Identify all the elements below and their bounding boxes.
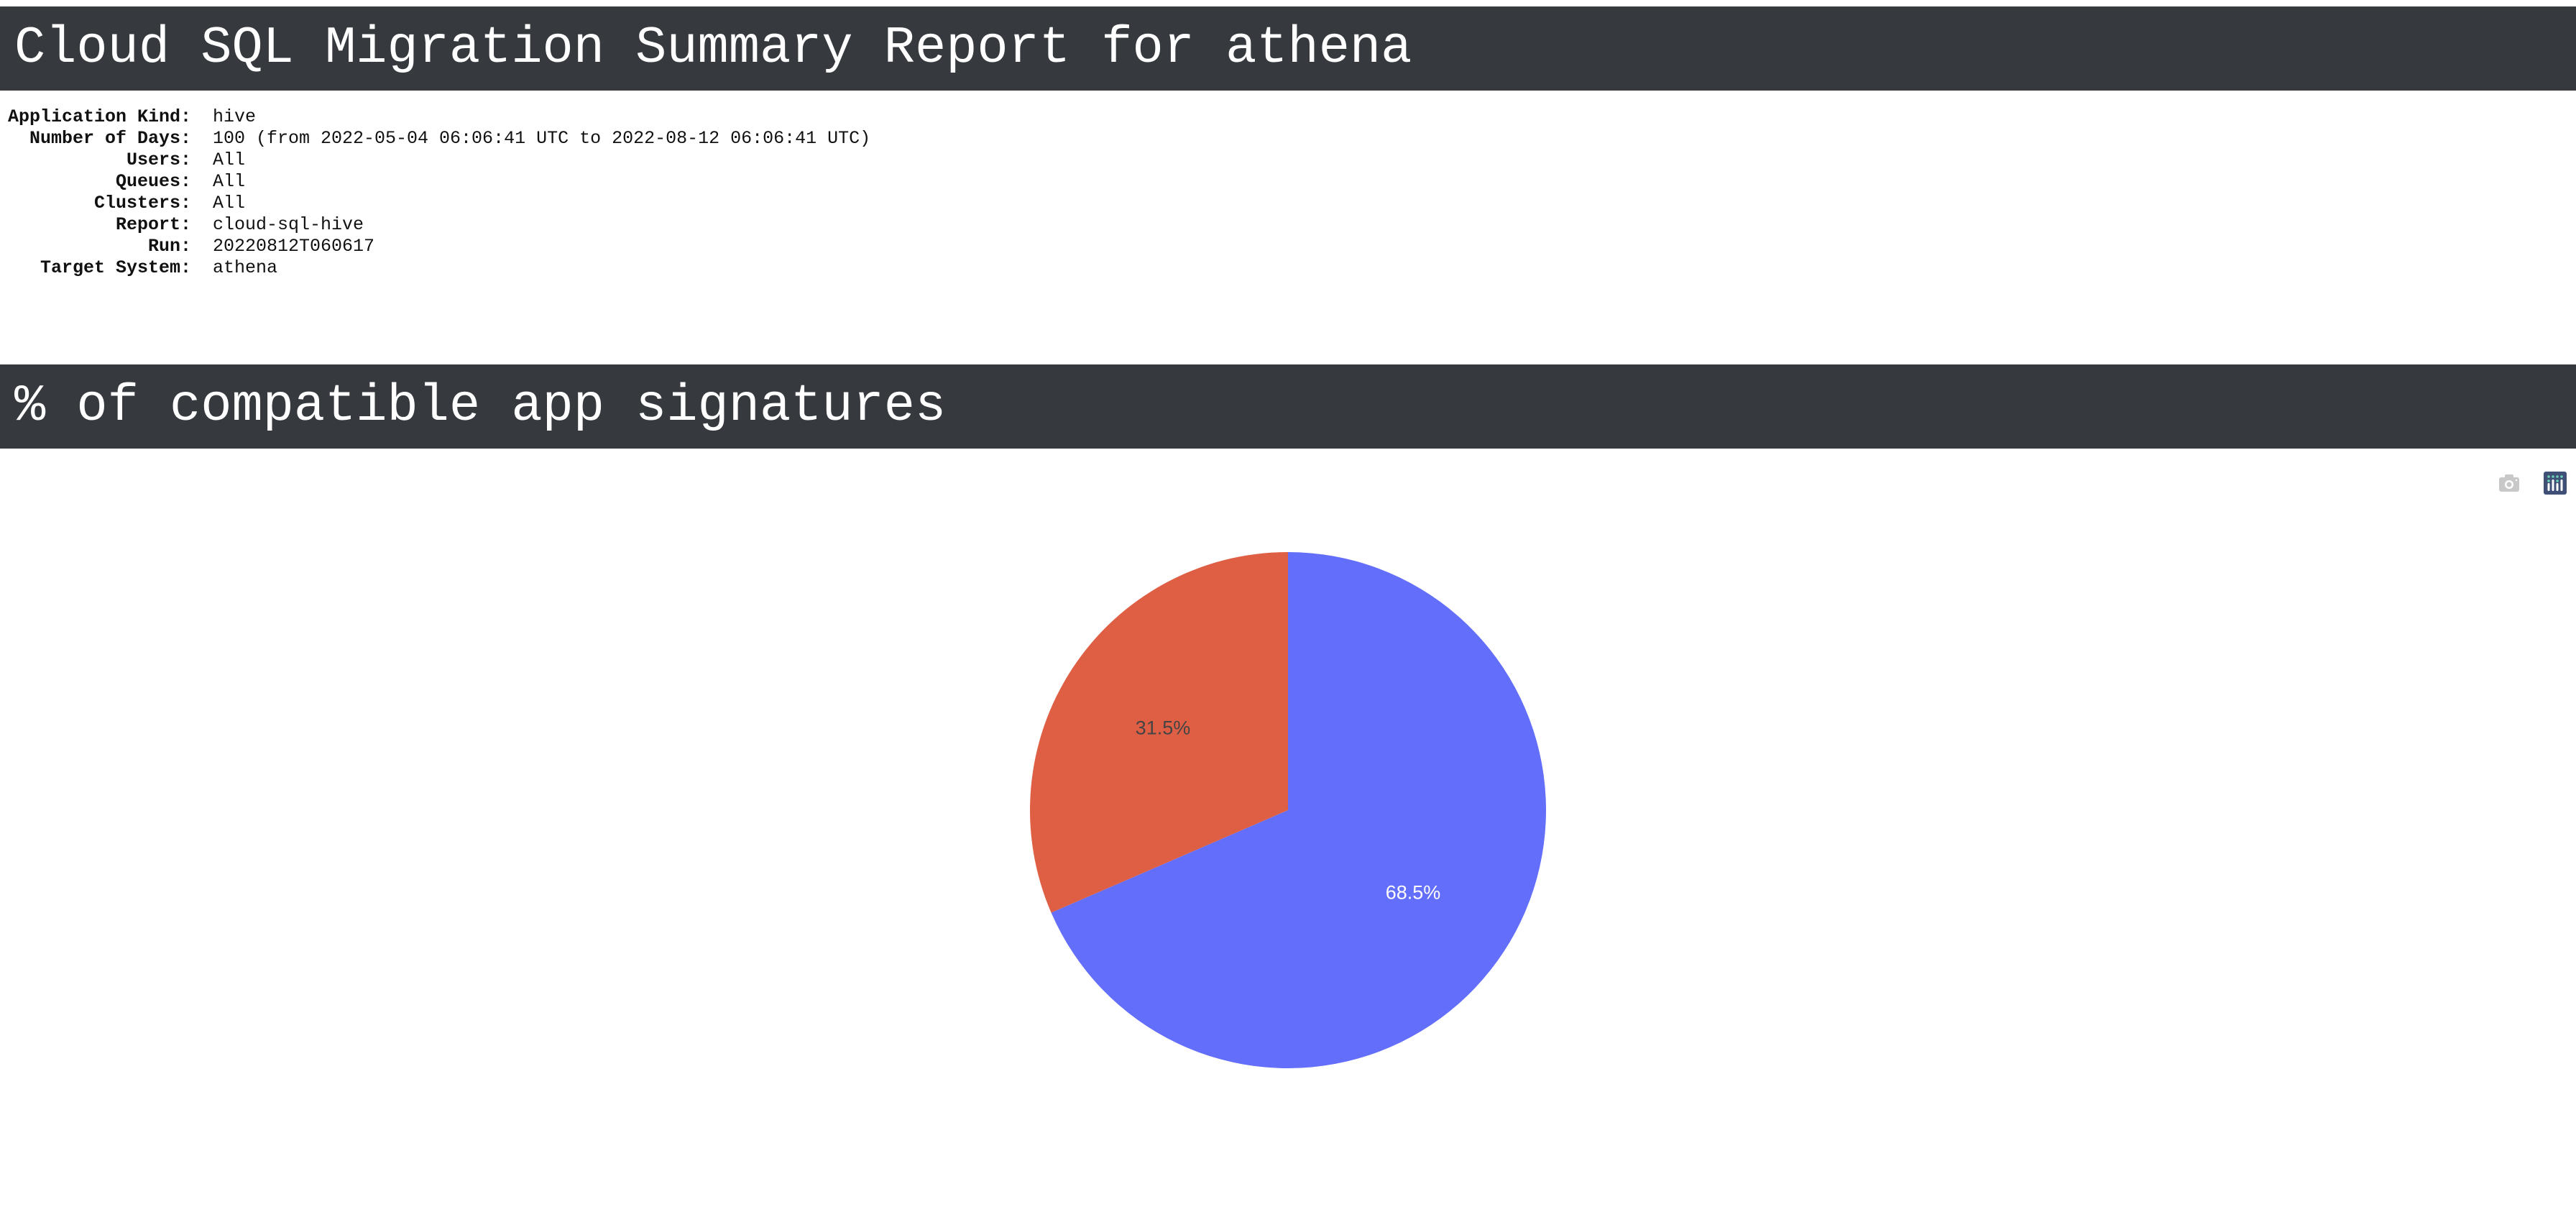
info-row: Target System: athena xyxy=(0,257,870,279)
info-value: cloud-sql-hive xyxy=(213,214,364,235)
info-row: Report: cloud-sql-hive xyxy=(0,214,870,236)
info-row: Queues: All xyxy=(0,171,870,193)
info-value: All xyxy=(213,150,246,170)
info-label: Queues: xyxy=(115,171,191,192)
info-label: Clusters: xyxy=(93,193,191,214)
info-row: Clusters: All xyxy=(0,193,870,214)
info-label: Report: xyxy=(115,214,191,235)
info-label: Target System: xyxy=(40,257,191,278)
info-label: Run: xyxy=(147,236,191,257)
info-row: Run: 20220812T060617 xyxy=(0,236,870,257)
slice-label: 68.5% xyxy=(1386,881,1441,903)
info-row: Users: All xyxy=(0,150,870,171)
info-label: Number of Days: xyxy=(29,128,191,149)
info-value: athena xyxy=(213,257,278,278)
info-value: All xyxy=(213,171,246,192)
info-row: Number of Days: 100 (from 2022-05-04 06:0… xyxy=(0,128,870,150)
report-info: Application Kind: hive Number of Days: 100… xyxy=(0,106,870,279)
info-value: All xyxy=(213,193,246,214)
info-value: hive xyxy=(213,106,257,127)
section-title: % of compatible app signatures xyxy=(0,364,2576,449)
info-row: Application Kind: hive xyxy=(0,106,870,128)
info-label: Users: xyxy=(126,150,191,170)
info-label: Application Kind: xyxy=(7,106,191,127)
info-value: 100 (from 2022-05-04 06:06:41 UTC to 202… xyxy=(213,128,871,149)
report-title: Cloud SQL Migration Summary Report for a… xyxy=(0,6,2576,91)
info-value: 20220812T060617 xyxy=(213,236,375,257)
pie-chart: 68.5% 31.5% xyxy=(1030,552,1547,1068)
slice-label: 31.5% xyxy=(1136,717,1191,739)
